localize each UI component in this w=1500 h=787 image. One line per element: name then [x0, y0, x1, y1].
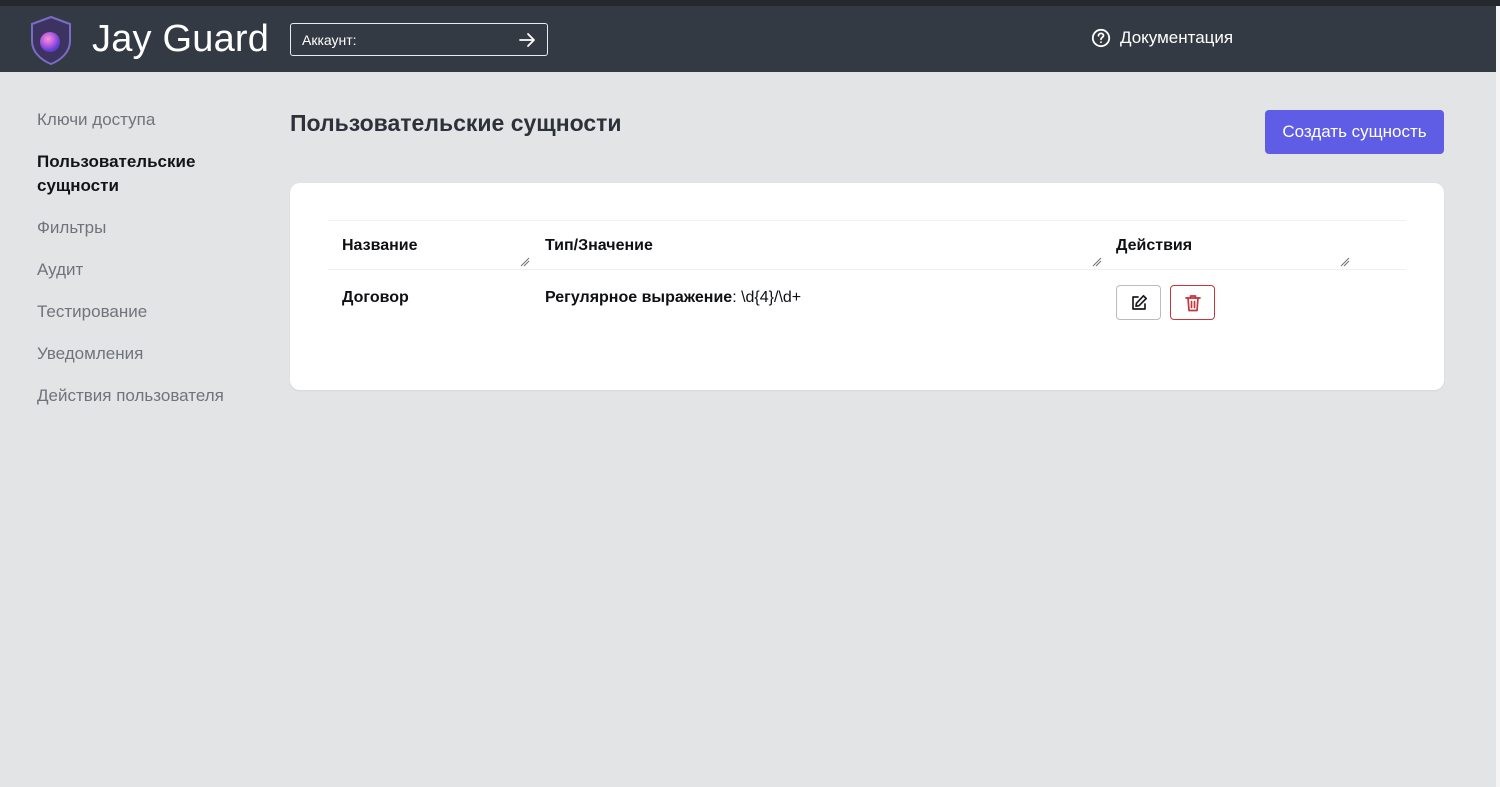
sidebar: Ключи доступа Пользовательские сущности … — [37, 108, 237, 426]
column-resize-handle[interactable] — [520, 257, 530, 267]
sidebar-item-audit[interactable]: Аудит — [37, 258, 237, 282]
column-header-actions: Действия — [1116, 237, 1193, 254]
sidebar-item-filters[interactable]: Фильтры — [37, 216, 237, 240]
page-title: Пользовательские сущности — [290, 110, 622, 136]
sidebar-item-access-keys[interactable]: Ключи доступа — [37, 108, 237, 132]
entity-name: Договор — [342, 289, 409, 306]
create-entity-button[interactable]: Создать сущность — [1265, 110, 1444, 154]
brand-title: Jay Guard — [92, 18, 270, 60]
sidebar-item-testing[interactable]: Тестирование — [37, 300, 237, 324]
sidebar-item-custom-entities[interactable]: Пользовательские сущности — [37, 150, 237, 198]
edit-entity-button[interactable] — [1116, 285, 1161, 320]
entity-value: : \d{4}/\d+ — [732, 289, 802, 306]
entity-type-value: Регулярное выражение: \d{4}/\d+ — [545, 289, 801, 307]
shield-logo-icon[interactable] — [28, 15, 74, 65]
edit-icon — [1131, 294, 1147, 310]
entities-card: Название Тип/Значение Действия Договор Р… — [290, 183, 1444, 390]
documentation-label: Документация — [1120, 28, 1234, 47]
entities-table: Название Тип/Значение Действия Договор Р… — [328, 220, 1406, 340]
table-row: Договор Регулярное выражение: \d{4}/\d+ — [328, 270, 1406, 340]
page-scrollbar[interactable] — [1496, 6, 1500, 787]
entity-type: Регулярное выражение — [545, 289, 733, 306]
help-circle-icon — [1091, 28, 1111, 48]
column-resize-handle[interactable] — [1092, 257, 1102, 267]
table-header: Название Тип/Значение Действия — [328, 220, 1406, 270]
app-header: Jay Guard Аккаунт: Документация — [0, 6, 1496, 72]
trash-icon — [1184, 294, 1201, 311]
column-resize-handle[interactable] — [1340, 257, 1350, 267]
account-label: Аккаунт: — [302, 31, 357, 48]
column-header-type-value: Тип/Значение — [545, 237, 653, 254]
sidebar-item-notifications[interactable]: Уведомления — [37, 342, 237, 366]
arrow-right-icon[interactable] — [517, 30, 537, 50]
delete-entity-button[interactable] — [1170, 285, 1215, 320]
column-header-name: Название — [342, 237, 418, 254]
account-selector[interactable]: Аккаунт: — [290, 23, 548, 56]
documentation-link[interactable]: Документация — [1091, 28, 1233, 48]
sidebar-item-user-actions[interactable]: Действия пользователя — [37, 384, 237, 408]
